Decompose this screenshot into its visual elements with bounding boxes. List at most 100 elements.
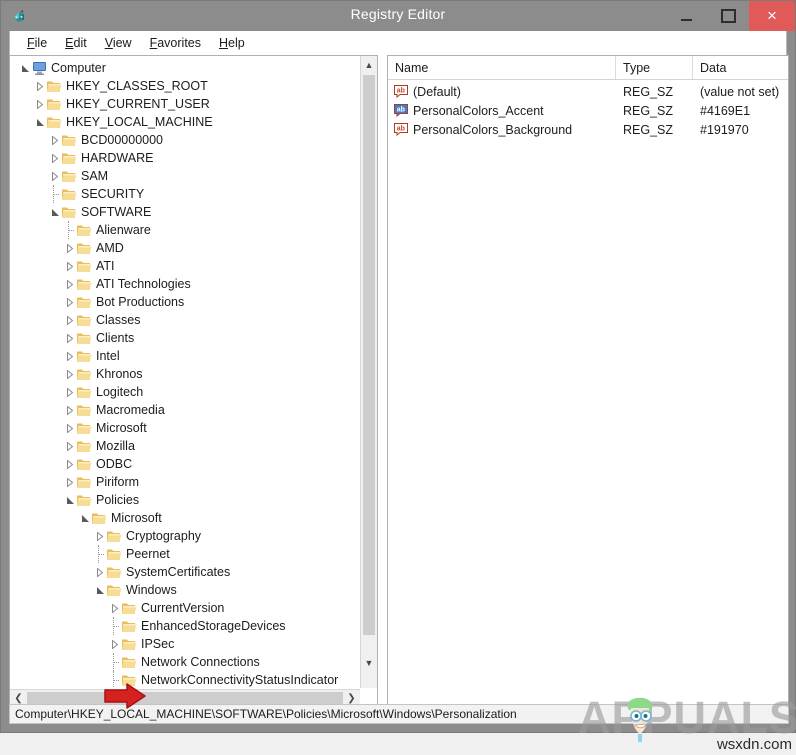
tree-hscroll-thumb[interactable] <box>27 691 343 705</box>
folder-icon <box>121 618 138 634</box>
tree-node-logitech[interactable]: Logitech <box>10 383 360 401</box>
value-name-label: PersonalColors_Background <box>413 122 573 137</box>
tree-node-hkey-classes-root[interactable]: HKEY_CLASSES_ROOT <box>10 77 360 95</box>
chevron-up-icon[interactable]: ▲ <box>361 56 377 73</box>
expander-expand-icon[interactable] <box>63 455 76 473</box>
menu-item-file[interactable]: File <box>18 34 56 52</box>
expander-expand-icon[interactable] <box>63 293 76 311</box>
menu-item-help[interactable]: Help <box>210 34 254 52</box>
expander-expand-icon[interactable] <box>48 131 61 149</box>
tree-node-microsoft[interactable]: Microsoft <box>10 419 360 437</box>
expander-collapse-icon[interactable] <box>78 509 91 527</box>
expander-expand-icon[interactable] <box>93 527 106 545</box>
tree-node-computer[interactable]: Computer <box>10 59 360 77</box>
tree-node-hardware[interactable]: HARDWARE <box>10 149 360 167</box>
tree-node-ati-technologies[interactable]: ATI Technologies <box>10 275 360 293</box>
tree-node-policies[interactable]: Policies <box>10 491 360 509</box>
tree-node-ati[interactable]: ATI <box>10 257 360 275</box>
expander-expand-icon[interactable] <box>63 383 76 401</box>
tree-node-network-connections[interactable]: Network Connections <box>10 653 360 671</box>
menu-rest-file: ile <box>34 36 48 50</box>
tree-node-piriform[interactable]: Piriform <box>10 473 360 491</box>
column-header-type[interactable]: Type <box>616 56 693 79</box>
content-panes: Computer HKEY_CLASSES_ROOT HKEY_CURRENT_US… <box>9 55 789 707</box>
expander-expand-icon[interactable] <box>63 275 76 293</box>
close-button[interactable]: × <box>749 1 795 31</box>
tree-node-amd[interactable]: AMD <box>10 239 360 257</box>
tree-vertical-scrollbar[interactable]: ▲ ▼ <box>360 56 377 688</box>
tree-node-clients[interactable]: Clients <box>10 329 360 347</box>
tree-node-label: HKEY_CURRENT_USER <box>66 97 210 111</box>
tree-node-classes[interactable]: Classes <box>10 311 360 329</box>
tree-node-microsoft[interactable]: Microsoft <box>10 509 360 527</box>
tree-node-bot-productions[interactable]: Bot Productions <box>10 293 360 311</box>
expander-collapse-icon[interactable] <box>93 581 106 599</box>
tree-node-systemcertificates[interactable]: SystemCertificates <box>10 563 360 581</box>
expander-expand-icon[interactable] <box>48 149 61 167</box>
value-type-cell: REG_SZ <box>623 103 674 118</box>
folder-icon <box>121 636 138 652</box>
tree-node-label: HARDWARE <box>81 151 154 165</box>
tree-node-sam[interactable]: SAM <box>10 167 360 185</box>
expander-expand-icon[interactable] <box>63 311 76 329</box>
tree-node-odbc[interactable]: ODBC <box>10 455 360 473</box>
tree-node-intel[interactable]: Intel <box>10 347 360 365</box>
expander-expand-icon[interactable] <box>63 239 76 257</box>
value-row[interactable]: ab PersonalColors_Accent REG_SZ #4169E1 <box>388 101 788 120</box>
tree-node-security[interactable]: SECURITY <box>10 185 360 203</box>
expander-collapse-icon[interactable] <box>33 113 46 131</box>
value-name-cell: ab (Default) <box>388 85 616 99</box>
folder-icon <box>46 114 63 130</box>
tree-node-label: NetworkConnectivityStatusIndicator <box>141 673 339 687</box>
expander-expand-icon[interactable] <box>63 257 76 275</box>
value-row[interactable]: ab (Default) REG_SZ (value not set) <box>388 82 788 101</box>
expander-expand-icon[interactable] <box>63 437 76 455</box>
tree-node-macromedia[interactable]: Macromedia <box>10 401 360 419</box>
folder-icon <box>106 582 123 598</box>
menu-item-edit[interactable]: Edit <box>56 34 96 52</box>
column-header-data[interactable]: Data <box>693 56 788 79</box>
expander-expand-icon[interactable] <box>33 95 46 113</box>
expander-expand-icon[interactable] <box>63 365 76 383</box>
menu-item-favorites[interactable]: Favorites <box>141 34 210 52</box>
tree-node-peernet[interactable]: Peernet <box>10 545 360 563</box>
expander-expand-icon[interactable] <box>33 77 46 95</box>
minimize-button[interactable] <box>665 1 707 31</box>
tree-node-label: ATI Technologies <box>96 277 191 291</box>
maximize-button[interactable] <box>707 1 749 31</box>
tree-node-label: Macromedia <box>96 403 165 417</box>
expander-expand-icon[interactable] <box>93 563 106 581</box>
tree-node-mozilla[interactable]: Mozilla <box>10 437 360 455</box>
expander-collapse-icon[interactable] <box>48 203 61 221</box>
menu-item-view[interactable]: View <box>96 34 141 52</box>
value-row[interactable]: ab PersonalColors_Background REG_SZ #191970 <box>388 120 788 139</box>
tree-node-windows[interactable]: Windows <box>10 581 360 599</box>
expander-expand-icon[interactable] <box>108 635 121 653</box>
expander-expand-icon[interactable] <box>63 401 76 419</box>
expander-collapse-icon[interactable] <box>18 59 31 77</box>
tree-node-alienware[interactable]: Alienware <box>10 221 360 239</box>
folder-icon <box>46 96 63 112</box>
tree-node-cryptography[interactable]: Cryptography <box>10 527 360 545</box>
tree-vscroll-thumb[interactable] <box>363 75 375 635</box>
tree-node-hkey-local-machine[interactable]: HKEY_LOCAL_MACHINE <box>10 113 360 131</box>
column-header-name[interactable]: Name <box>388 56 616 79</box>
expander-expand-icon[interactable] <box>63 419 76 437</box>
tree-node-bcd00000000[interactable]: BCD00000000 <box>10 131 360 149</box>
tree-node-enhancedstoragedevices[interactable]: EnhancedStorageDevices <box>10 617 360 635</box>
tree-node-khronos[interactable]: Khronos <box>10 365 360 383</box>
tree-node-currentversion[interactable]: CurrentVersion <box>10 599 360 617</box>
tree-node-label: Khronos <box>96 367 143 381</box>
expander-expand-icon[interactable] <box>63 347 76 365</box>
tree-node-software[interactable]: SOFTWARE <box>10 203 360 221</box>
expander-expand-icon[interactable] <box>63 473 76 491</box>
expander-expand-icon[interactable] <box>63 329 76 347</box>
expander-collapse-icon[interactable] <box>63 491 76 509</box>
tree-node-networkconnectivitystatusindicator[interactable]: NetworkConnectivityStatusIndicator <box>10 671 360 688</box>
string-value-icon: ab <box>394 85 408 99</box>
tree-node-hkey-current-user[interactable]: HKEY_CURRENT_USER <box>10 95 360 113</box>
tree-node-ipsec[interactable]: IPSec <box>10 635 360 653</box>
expander-expand-icon[interactable] <box>108 599 121 617</box>
expander-expand-icon[interactable] <box>48 167 61 185</box>
chevron-down-icon[interactable]: ▼ <box>361 654 377 671</box>
